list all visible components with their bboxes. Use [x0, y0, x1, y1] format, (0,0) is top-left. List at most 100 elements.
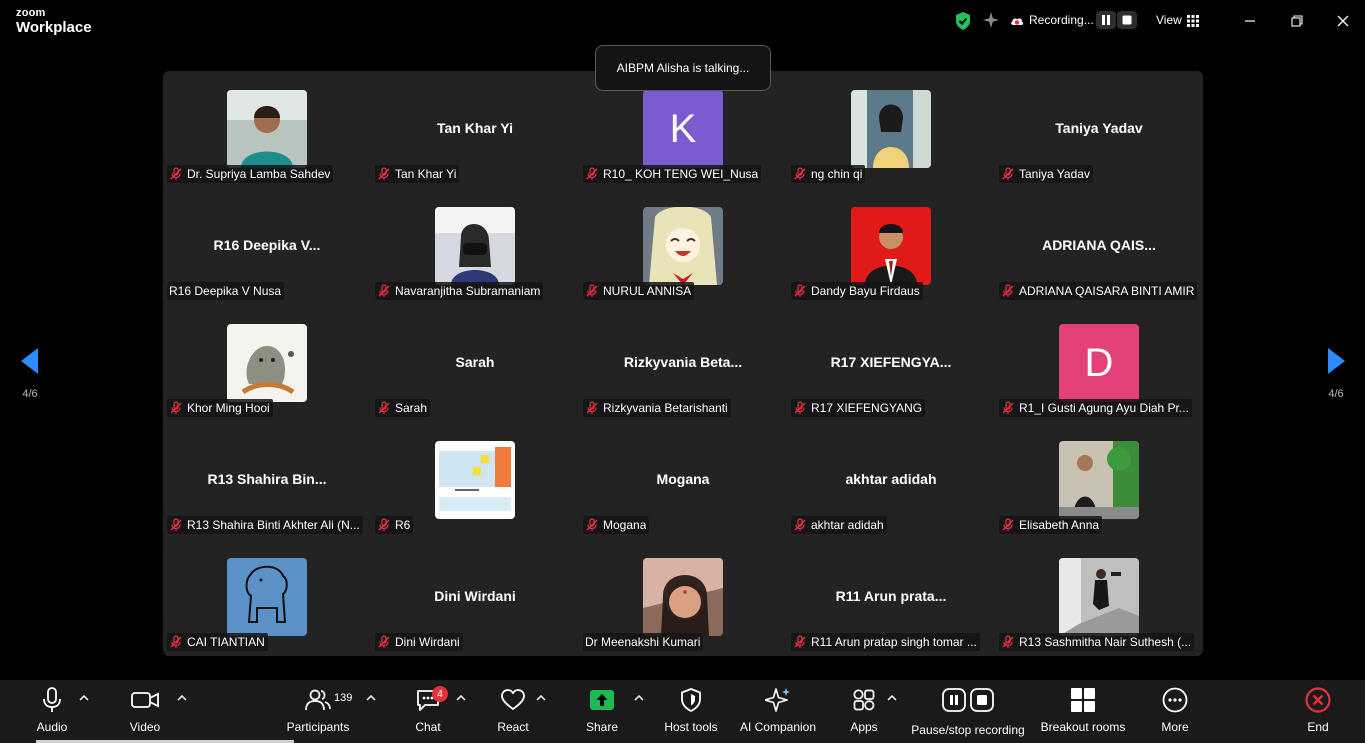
participant-tile[interactable]: Dr Meenakshi Kumari [579, 539, 787, 656]
participant-tile[interactable]: Rizkyvania Beta... Rizkyvania Betarishant… [579, 305, 787, 422]
participant-name: Taniya Yadav [1019, 167, 1090, 181]
chat-options-chevron-icon[interactable] [456, 694, 466, 702]
participant-name: Mogana [603, 518, 647, 532]
participant-tile[interactable]: R11 Arun prata... R11 Arun pratap singh t… [787, 539, 995, 656]
more-button[interactable]: More [1158, 686, 1192, 738]
participant-tile[interactable]: Sarah Sarah [371, 305, 579, 422]
participant-tile[interactable]: NURUL ANNISA [579, 188, 787, 305]
participant-video [643, 207, 723, 285]
participant-tile[interactable]: Navaranjitha Subramaniam [371, 188, 579, 305]
participant-name-display: Sarah [455, 354, 495, 370]
logo-line-1: zoom [16, 7, 46, 19]
microphone-icon [38, 686, 66, 714]
participant-tile[interactable]: Dandy Bayu Firdaus [787, 188, 995, 305]
participant-name: Dini Wirdani [395, 635, 460, 649]
react-options-chevron-icon[interactable] [536, 694, 546, 702]
view-button[interactable]: View [1156, 13, 1182, 27]
audio-button[interactable]: Audio [34, 686, 70, 738]
participant-tile[interactable]: CAI TIANTIAN [163, 539, 371, 656]
breakout-rooms-icon [1069, 686, 1097, 714]
participant-tile[interactable]: R17 XIEFENGYA... R17 XIEFENGYANG [787, 305, 995, 422]
react-button[interactable]: React [496, 686, 530, 738]
participant-video [643, 558, 723, 636]
participant-name-label: Sarah [375, 399, 431, 417]
participant-tile[interactable]: Elisabeth Anna [995, 422, 1203, 539]
pause-stop-recording-button[interactable]: Pause/stop recording [908, 686, 1028, 738]
ai-sparkle-icon[interactable] [982, 11, 1000, 29]
participant-tile[interactable]: Tan Khar Yi Tan Khar Yi [371, 71, 579, 188]
participant-tile[interactable]: Khor Ming Hooi [163, 305, 371, 422]
participant-name-label: Taniya Yadav [999, 165, 1093, 183]
pause-recording-icon[interactable] [1096, 11, 1116, 29]
chat-label: Chat [415, 720, 441, 734]
participant-tile[interactable]: R6 [371, 422, 579, 539]
participant-name: NURUL ANNISA [603, 284, 692, 298]
restore-icon[interactable] [1286, 10, 1308, 32]
share-screen-icon [588, 686, 616, 714]
muted-mic-icon [377, 167, 391, 181]
close-icon[interactable] [1332, 10, 1354, 32]
participant-name: R11 Arun pratap singh tomar ... [811, 635, 977, 649]
breakout-rooms-button[interactable]: Breakout rooms [1036, 686, 1130, 738]
participant-name-display: R11 Arun prata... [835, 588, 947, 604]
host-tools-button[interactable]: Host tools [660, 686, 722, 738]
more-label: More [1161, 720, 1189, 734]
participant-tile[interactable]: R16 Deepika V... R16 Deepika V Nusa [163, 188, 371, 305]
participant-tile[interactable]: R13 Shahira Bin... R13 Shahira Binti Akht… [163, 422, 371, 539]
apps-options-chevron-icon[interactable] [887, 694, 897, 702]
participant-name: R16 Deepika V Nusa [169, 284, 282, 298]
participant-name-label: R13 Sashmitha Nair Suthesh (... [999, 633, 1195, 651]
participant-name: Navaranjitha Subramaniam [395, 284, 541, 298]
active-speaker-tooltip: AIBPM Alisha is talking... [595, 45, 771, 91]
participant-tile[interactable]: Taniya Yadav Taniya Yadav [995, 71, 1203, 188]
participant-tile[interactable]: Dini Wirdani Dini Wirdani [371, 539, 579, 656]
grid-view-icon[interactable] [1187, 14, 1199, 27]
participant-name-label: Khor Ming Hooi [167, 399, 273, 417]
muted-mic-icon [377, 518, 391, 532]
more-dots-icon [1161, 686, 1189, 714]
share-options-chevron-icon[interactable] [634, 694, 644, 702]
ai-companion-button[interactable]: AI Companion [736, 686, 820, 738]
participant-tile[interactable]: akhtar adidah akhtar adidah [787, 422, 995, 539]
participant-video [435, 207, 515, 285]
participant-name: Dandy Bayu Firdaus [811, 284, 920, 298]
meeting-toolbar: Audio Video Participants Chat React Shar… [0, 680, 1365, 743]
participant-name-display: Rizkyvania Beta... [623, 354, 743, 370]
apps-button[interactable]: Apps [848, 686, 880, 738]
participant-tile[interactable]: D R1_I Gusti Agung Ayu Diah Pr... [995, 305, 1203, 422]
participant-tile[interactable]: Dr. Supriya Lamba Sahdev [163, 71, 371, 188]
participant-name: R1_I Gusti Agung Ayu Diah Pr... [1019, 401, 1189, 415]
participants-options-chevron-icon[interactable] [366, 694, 376, 702]
arrow-left-icon[interactable] [21, 348, 39, 374]
participant-tile[interactable]: Mogana Mogana [579, 422, 787, 539]
security-shield-icon[interactable] [954, 11, 972, 31]
end-meeting-button[interactable]: End [1302, 686, 1334, 738]
participant-name-display: R13 Shahira Bin... [207, 471, 327, 487]
participant-tile[interactable]: ADRIANA QAIS... ADRIANA QAISARA BINTI AMI… [995, 188, 1203, 305]
app-logo: zoom Workplace [16, 7, 92, 36]
video-button[interactable]: Video [126, 686, 164, 738]
participant-tile[interactable]: R13 Sashmitha Nair Suthesh (... [995, 539, 1203, 656]
participant-name: R13 Sashmitha Nair Suthesh (... [1019, 635, 1192, 649]
title-bar: zoom Workplace Recording... View [0, 0, 1365, 44]
audio-options-chevron-icon[interactable] [79, 694, 89, 702]
participant-name-label: R11 Arun pratap singh tomar ... [791, 633, 980, 651]
participant-name-label: ADRIANA QAISARA BINTI AMIR [999, 282, 1198, 300]
muted-mic-icon [1001, 518, 1015, 532]
muted-mic-icon [793, 635, 807, 649]
muted-mic-icon [585, 401, 599, 415]
share-button[interactable]: Share [584, 686, 620, 738]
participant-name: Khor Ming Hooi [187, 401, 270, 415]
participant-tile[interactable]: ng chin qi [787, 71, 995, 188]
video-options-chevron-icon[interactable] [177, 694, 187, 702]
next-page-button[interactable]: 4/6 [1314, 318, 1358, 408]
minimize-icon[interactable] [1239, 10, 1261, 32]
arrow-right-icon[interactable] [1327, 348, 1345, 374]
participant-name-label: akhtar adidah [791, 516, 887, 534]
stop-recording-icon[interactable] [1117, 11, 1137, 29]
video-gallery: Dr. Supriya Lamba Sahdev Tan Khar Yi Tan K… [163, 71, 1203, 656]
end-label: End [1307, 720, 1329, 734]
host-tools-label: Host tools [664, 720, 718, 734]
participant-name: CAI TIANTIAN [187, 635, 265, 649]
previous-page-button[interactable]: 4/6 [8, 318, 52, 408]
